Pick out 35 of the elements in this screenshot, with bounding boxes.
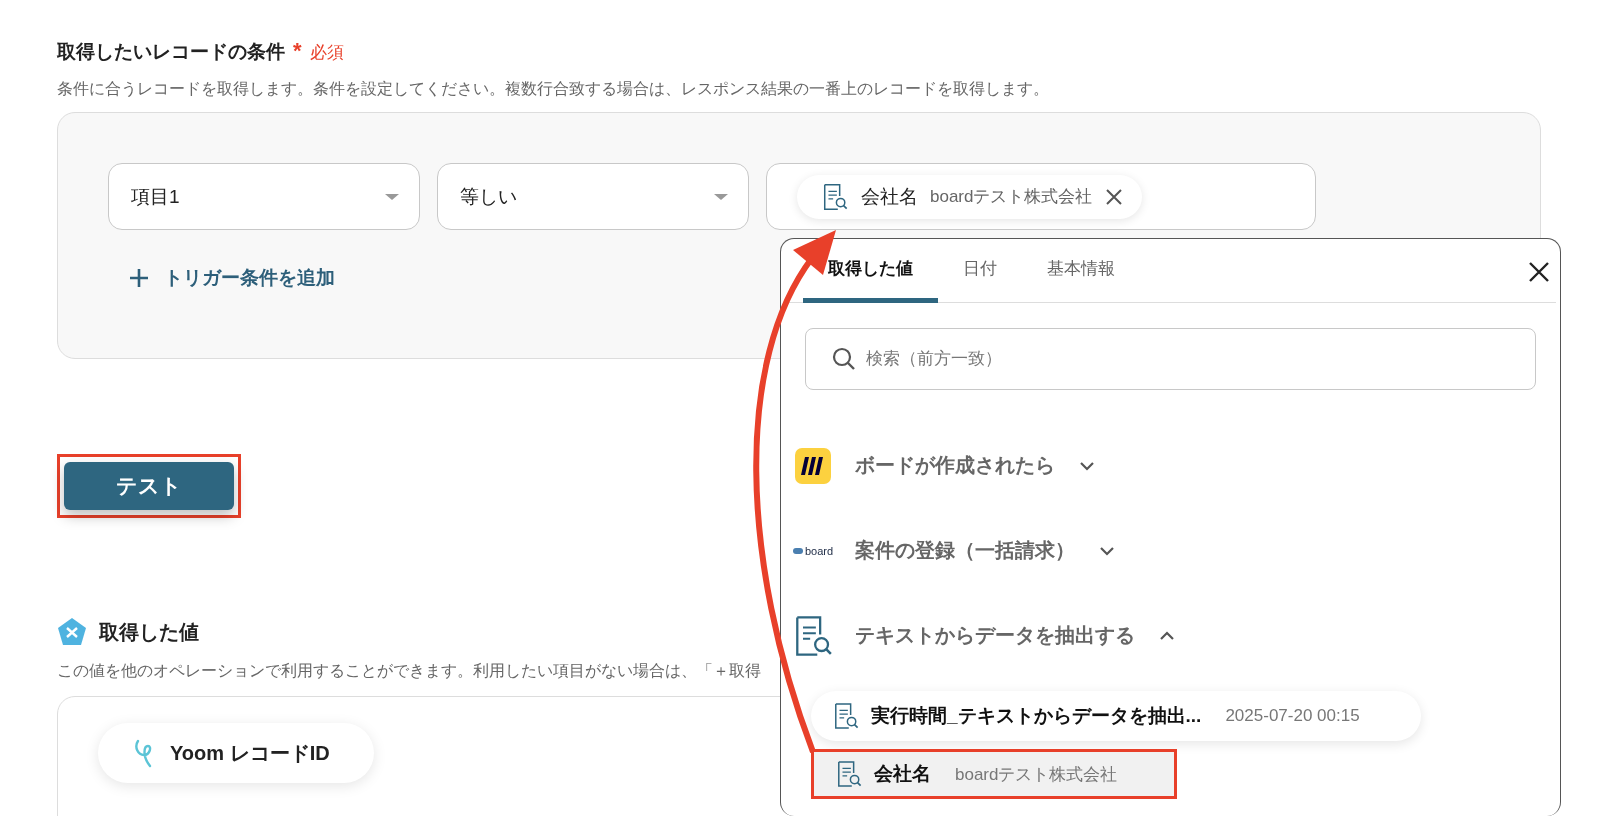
required-label: 必須 (309, 42, 344, 64)
app-logo-icon (795, 447, 831, 484)
chip-value: boardテスト株式会社 (930, 186, 1093, 208)
app-logo: board (792, 544, 834, 557)
operator-select[interactable]: 等しい (437, 163, 749, 230)
output-chip[interactable]: Yoom レコードID (98, 723, 374, 783)
document-search-icon (836, 760, 862, 788)
outputs-description: この値を他のオペレーションで利用することができます。利用したい項目がない場合は、「＋取得 (57, 661, 761, 681)
item-name: 実行時間_テキストからデータを抽出... (871, 704, 1202, 728)
field-select[interactable]: 項目1 (108, 163, 420, 230)
chip-name: 会社名 (861, 184, 918, 209)
plus-icon[interactable] (128, 267, 150, 289)
add-condition-link[interactable]: トリガー条件を追加 (164, 265, 335, 291)
remove-icon[interactable] (1104, 186, 1125, 207)
item-value: boardテスト株式会社 (955, 763, 1118, 786)
group-title[interactable]: ボードが作成されたら (855, 452, 1055, 479)
section-title: 取得したいレコードの条件 (57, 40, 285, 64)
document-search-icon (833, 702, 859, 730)
variable-icon (57, 617, 87, 647)
tab[interactable]: 日付 (938, 239, 1022, 303)
group-title[interactable]: テキストからデータを抽出する (855, 622, 1135, 649)
group-title[interactable]: 案件の登録（一括請求） (855, 537, 1075, 564)
required-mark: * (293, 38, 302, 64)
search-icon (831, 346, 857, 372)
value-item[interactable]: 実行時間_テキストからデータを抽出... 2025-07-20 00:15 (811, 691, 1421, 741)
value-field[interactable]: 会社名 boardテスト株式会社 (766, 163, 1316, 230)
search-field[interactable]: 検索（前方一致） (805, 328, 1536, 390)
value-item[interactable]: 会社名 boardテスト株式会社 (811, 749, 1177, 799)
item-name: 会社名 (874, 762, 931, 786)
section-description: 条件に合うレコードを取得します。条件を設定してください。複数行合致する場合は、レスポンス結果の一番上のレコードを取得します。 (57, 79, 1049, 99)
item-value: 2025-07-20 00:15 (1225, 706, 1360, 726)
tab[interactable]: 基本情報 (1022, 239, 1140, 303)
document-search-icon (821, 182, 849, 211)
outputs-title: 取得した値 (99, 619, 199, 645)
test-button[interactable]: テスト (64, 462, 234, 510)
